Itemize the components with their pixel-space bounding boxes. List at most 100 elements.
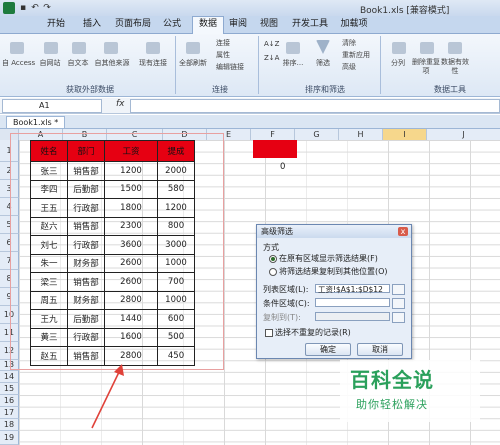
cell[interactable]: 财务部 [67,253,105,273]
refresh-all-button[interactable]: 全部刷新 [178,58,208,68]
cell[interactable]: 500 [157,327,195,347]
cell[interactable]: 1000 [157,253,195,273]
row-header-14[interactable]: 14 [0,371,19,383]
cell[interactable]: 3000 [157,235,195,255]
name-box[interactable]: A1 [2,99,102,113]
cell[interactable]: 销售部 [67,161,105,181]
row-header-19[interactable]: 19 [0,431,19,445]
advanced-button[interactable]: 高级 [342,62,356,72]
tab-developer[interactable]: 开发工具 [288,17,332,32]
data-validation-button[interactable]: 数据有效性 [440,58,470,76]
cell[interactable]: 1000 [157,290,195,310]
clear-button[interactable]: 清除 [342,38,356,48]
cell[interactable]: 赵五 [30,346,68,366]
cell[interactable]: 700 [157,272,195,292]
radio-in-place[interactable] [269,255,277,263]
cell[interactable]: 赵六 [30,216,68,236]
row-header-15[interactable]: 15 [0,383,19,395]
col-header-j[interactable]: J [427,129,500,140]
cell[interactable]: 1800 [104,198,158,218]
cell[interactable]: 王五 [30,198,68,218]
cell[interactable]: 450 [157,346,195,366]
col-header-f[interactable]: F [251,129,295,140]
list-range-input[interactable]: 工资!$A$1:$D$12 [315,284,390,294]
cell[interactable]: 2000 [157,161,195,181]
row-header-16[interactable]: 16 [0,395,19,407]
cell[interactable]: 800 [157,216,195,236]
cell[interactable]: 张三 [30,161,68,181]
cell[interactable]: 1440 [104,309,158,329]
existing-connections-button[interactable]: 现有连接 [136,58,170,68]
excel-logo-icon[interactable] [3,2,15,14]
formula-input[interactable] [130,99,500,113]
cell[interactable]: 2300 [104,216,158,236]
cell-f2-value[interactable]: 0 [280,162,285,172]
header-department[interactable]: 部门 [67,140,105,162]
cell[interactable]: 周五 [30,290,68,310]
sort-button[interactable]: 排序... [276,58,310,68]
connections-button[interactable]: 连接 [216,38,230,48]
sort-asc-icon[interactable]: A↓Z [264,40,279,48]
cell[interactable]: 朱一 [30,253,68,273]
copy-to-input[interactable] [315,312,390,321]
cell[interactable]: 2600 [104,272,158,292]
text-to-columns-button[interactable]: 分列 [386,58,410,68]
tab-data[interactable]: 数据 [192,16,224,34]
filter-button[interactable]: 筛选 [312,58,334,68]
ok-button[interactable]: 确定 [305,343,351,356]
remove-duplicates-button[interactable]: 删除重复项 [412,58,440,76]
tab-home[interactable]: 开始 [42,17,70,32]
fx-icon[interactable]: fx [116,99,125,109]
cell[interactable]: 行政部 [67,198,105,218]
criteria-range-input[interactable] [315,298,390,307]
from-web-button[interactable]: 自网站 [38,58,62,68]
header-salary[interactable]: 工资 [104,140,158,162]
cell[interactable]: 李四 [30,179,68,199]
cell[interactable]: 梁三 [30,272,68,292]
cell[interactable]: 580 [157,179,195,199]
col-header-h[interactable]: H [339,129,383,140]
cell[interactable]: 销售部 [67,216,105,236]
cell[interactable]: 1500 [104,179,158,199]
tab-insert[interactable]: 插入 [78,17,106,32]
workbook-tab[interactable]: Book1.xls * [6,116,66,128]
from-access-button[interactable]: 自 Access [2,58,35,68]
cell[interactable]: 1200 [104,161,158,181]
properties-button[interactable]: 属性 [216,50,230,60]
from-other-sources-button[interactable]: 自其他来源 [94,58,130,68]
tab-view[interactable]: 视图 [256,17,282,32]
row-header-18[interactable]: 18 [0,419,19,431]
cell[interactable]: 后勤部 [67,179,105,199]
from-text-button[interactable]: 自文本 [66,58,90,68]
cell[interactable]: 刘七 [30,235,68,255]
radio-copy-to-label[interactable]: 将筛选结果复制到其他位置(O) [279,266,388,277]
cell[interactable]: 1200 [157,198,195,218]
header-commission[interactable]: 提成 [157,140,195,162]
radio-copy-to[interactable] [269,268,277,276]
cell[interactable]: 600 [157,309,195,329]
cell-f1-red[interactable] [253,140,297,158]
tab-review[interactable]: 审阅 [225,17,251,32]
cell[interactable]: 2600 [104,253,158,273]
save-icon[interactable]: ▪ [18,3,28,13]
cell[interactable]: 王九 [30,309,68,329]
row-header-17[interactable]: 17 [0,407,19,419]
cancel-button[interactable]: 取消 [357,343,403,356]
tab-addins[interactable]: 加载项 [336,17,372,32]
redo-icon[interactable]: ↷ [42,3,52,13]
cell[interactable]: 后勤部 [67,309,105,329]
cell[interactable]: 黄三 [30,327,68,347]
criteria-range-picker-icon[interactable] [392,298,405,309]
cell[interactable]: 行政部 [67,327,105,347]
tab-page-layout[interactable]: 页面布局 [110,17,156,32]
cell[interactable]: 3600 [104,235,158,255]
reapply-button[interactable]: 重新应用 [342,50,370,60]
copy-to-picker-icon[interactable] [392,312,405,323]
col-header-i[interactable]: I [383,129,427,140]
cell[interactable]: 财务部 [67,290,105,310]
cell[interactable]: 行政部 [67,235,105,255]
unique-records-checkbox[interactable] [265,329,273,337]
cell[interactable]: 1600 [104,327,158,347]
tab-formulas[interactable]: 公式 [158,17,186,32]
header-name[interactable]: 姓名 [30,140,68,162]
